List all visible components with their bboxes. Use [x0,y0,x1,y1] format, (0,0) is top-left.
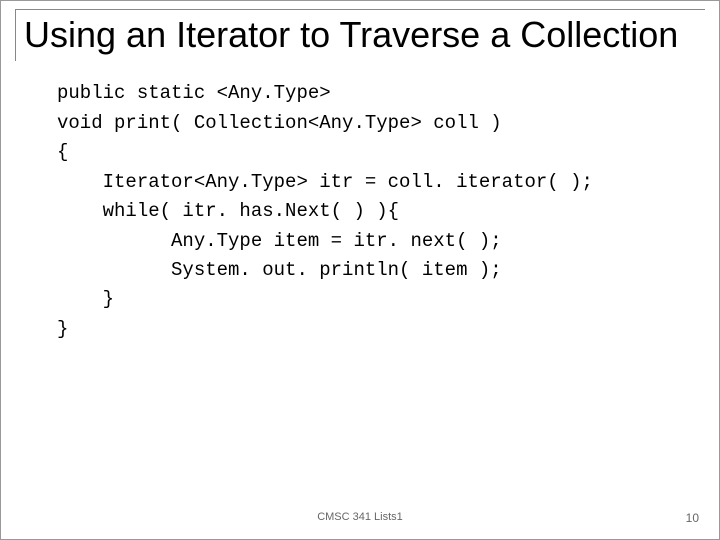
code-line: System. out. println( item ); [57,259,502,281]
page-number: 10 [686,511,699,525]
footer-text: CMSC 341 Lists1 [1,511,719,523]
slide-container: Using an Iterator to Traverse a Collecti… [0,0,720,540]
code-line: Any.Type item = itr. next( ); [57,230,502,252]
code-line: } [57,288,114,310]
code-line: while( itr. has.Next( ) ){ [57,200,399,222]
title-box: Using an Iterator to Traverse a Collecti… [15,9,705,61]
code-line: public static <Any.Type> [57,82,331,104]
code-line: } [57,318,68,340]
code-line: void print( Collection<Any.Type> coll ) [57,112,502,134]
code-block: public static <Any.Type> void print( Col… [57,79,705,344]
code-line: Iterator<Any.Type> itr = coll. iterator(… [57,171,593,193]
code-line: { [57,141,68,163]
slide-title: Using an Iterator to Traverse a Collecti… [24,14,705,55]
